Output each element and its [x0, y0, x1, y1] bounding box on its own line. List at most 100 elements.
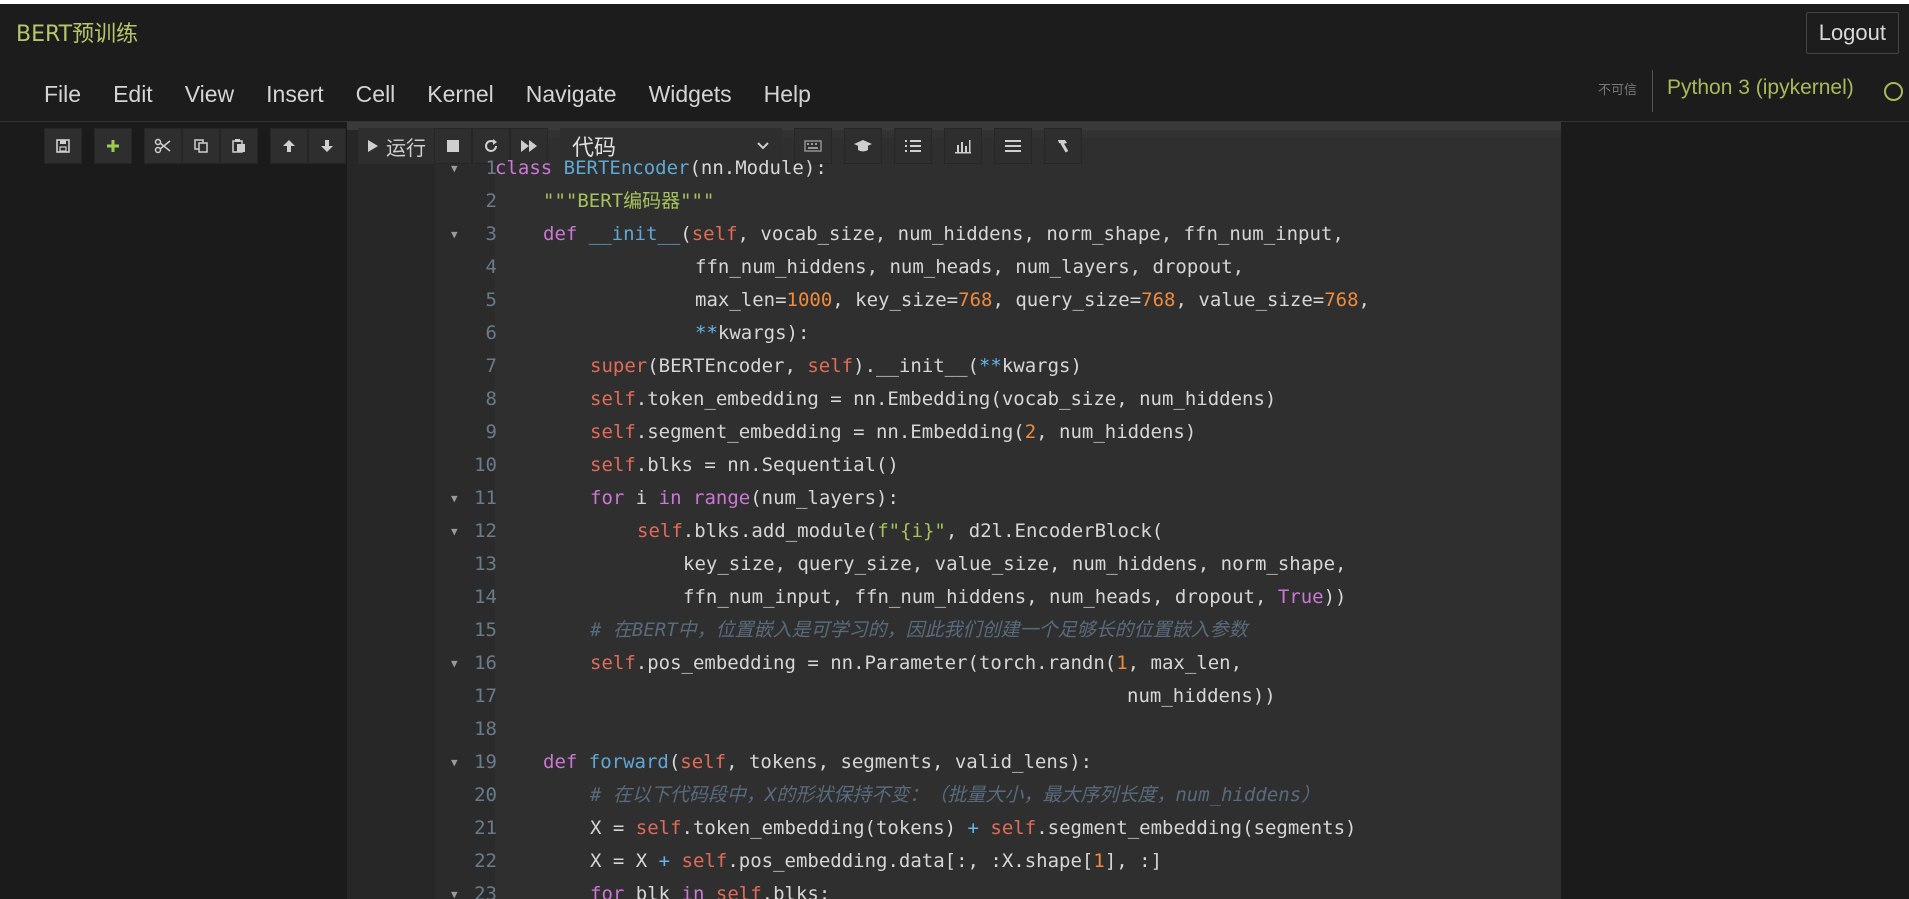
code-token: __init__ [588, 223, 681, 245]
fold-arrow-icon[interactable]: ▼ [451, 218, 463, 251]
line-number: 12 [474, 520, 497, 542]
code-token: (nn.Module): [689, 157, 827, 179]
code-token: .token_embedding(tokens) [681, 817, 968, 839]
code-line[interactable]: 17 num_hiddens)) [435, 680, 1561, 713]
move-down-button[interactable] [308, 128, 346, 164]
trust-indicator[interactable]: 不可信 [1598, 79, 1637, 98]
fold-arrow-icon[interactable]: ▼ [451, 746, 463, 779]
line-number: 23 [474, 883, 497, 899]
chevron-down-icon [757, 142, 769, 150]
paste-button[interactable] [220, 128, 258, 164]
menu-navigate[interactable]: Navigate [510, 74, 633, 114]
code-token: ], :] [1104, 850, 1163, 872]
line-number: 7 [485, 355, 497, 377]
fold-arrow-icon[interactable]: ▼ [451, 152, 463, 185]
code-line[interactable]: ▼ 16 self.pos_embedding = nn.Parameter(t… [435, 647, 1561, 680]
code-line[interactable]: 18 [435, 713, 1561, 746]
code-token: ** [978, 355, 1002, 377]
code-token: self [807, 355, 854, 377]
stop-icon [447, 140, 459, 152]
code-token: (num_layers): [750, 487, 899, 509]
code-line[interactable]: 15 # 在BERT中，位置嵌入是可学习的，因此我们创建一个足够长的位置嵌入参数 [435, 614, 1561, 647]
code-token: self [590, 388, 636, 410]
menu-view[interactable]: View [169, 74, 250, 114]
code-token: 2 [1024, 421, 1037, 443]
line-number: 10 [474, 454, 497, 476]
code-token: kwargs): [717, 322, 810, 344]
code-token: self [590, 652, 636, 674]
fold-arrow-icon[interactable]: ▼ [451, 482, 463, 515]
code-line[interactable]: ▼ 3 def __init__(self, vocab_size, num_h… [435, 218, 1561, 251]
add-cell-icon [107, 140, 119, 152]
cut-button[interactable] [144, 128, 182, 164]
code-token: , max_len, [1127, 652, 1243, 674]
run-button[interactable]: 运行 [358, 128, 434, 164]
code-token: self [691, 223, 738, 245]
code-line[interactable]: ▼ 12 self.blks.add_module(f"{i}", d2l.En… [435, 515, 1561, 548]
logout-button[interactable]: Logout [1805, 12, 1899, 54]
run-icon [368, 140, 378, 152]
code-line[interactable]: 9 self.segment_embedding = nn.Embedding(… [435, 416, 1561, 449]
menu-file[interactable]: File [28, 74, 97, 114]
code-line[interactable]: 22 X = X + self.pos_embedding.data[:, :X… [435, 845, 1561, 878]
move-up-icon [283, 140, 295, 152]
code-line[interactable]: 5 max_len=1000, key_size=768, query_size… [435, 284, 1561, 317]
code-token: self [680, 751, 727, 773]
save-button[interactable] [44, 128, 82, 164]
code-line[interactable]: 7 super(BERTEncoder, self).__init__(**kw… [435, 350, 1561, 383]
notebook-title[interactable]: BERT预训练 [16, 16, 138, 48]
menu-insert[interactable]: Insert [250, 74, 340, 114]
code-line[interactable]: 13 key_size, query_size, value_size, num… [435, 548, 1561, 581]
copy-icon [194, 139, 208, 153]
fast-forward-icon [521, 140, 537, 152]
code-token: """BERT编码器""" [543, 190, 715, 212]
code-token: ffn_num_hiddens, num_heads, num_layers, … [695, 256, 1245, 278]
code-token: X = X [590, 850, 659, 872]
code-line[interactable]: ▼ 19 def forward(self, tokens, segments,… [435, 746, 1561, 779]
insert-cell-button[interactable] [94, 128, 132, 164]
code-line[interactable]: 14 ffn_num_input, ffn_num_hiddens, num_h… [435, 581, 1561, 614]
line-number: 14 [474, 586, 497, 608]
code-line[interactable]: 20 # 在以下代码段中，X的形状保持不变：（批量大小，最大序列长度，num_h… [435, 779, 1561, 812]
code-token: .pos_embedding = nn.Parameter(torch.rand… [635, 652, 1117, 674]
save-icon [56, 139, 70, 153]
code-line[interactable]: 4 ffn_num_hiddens, num_heads, num_layers… [435, 251, 1561, 284]
menu-cell[interactable]: Cell [340, 74, 412, 114]
code-token: 768 [1141, 289, 1176, 311]
code-line[interactable]: 10 self.blks = nn.Sequential() [435, 449, 1561, 482]
code-line[interactable]: ▼ 1 class BERTEncoder(nn.Module): [435, 152, 1561, 185]
code-line[interactable]: 2 """BERT编码器""" [435, 185, 1561, 218]
code-line[interactable]: 8 self.token_embedding = nn.Embedding(vo… [435, 383, 1561, 416]
menu-help[interactable]: Help [748, 74, 827, 114]
code-line[interactable]: 21 X = self.token_embedding(tokens) + se… [435, 812, 1561, 845]
code-token: self [681, 850, 728, 872]
code-token: .segment_embedding(segments) [1036, 817, 1357, 839]
keyboard-icon [804, 140, 822, 152]
code-token: self [715, 883, 762, 899]
fold-arrow-icon[interactable]: ▼ [451, 515, 463, 548]
code-token: , tokens, segments, valid_lens): [726, 751, 1093, 773]
line-number: 13 [474, 553, 497, 575]
code-line[interactable]: ▼ 23 for blk in self.blks: [435, 878, 1561, 899]
code-line[interactable]: 6 **kwargs): [435, 317, 1561, 350]
fold-arrow-icon[interactable]: ▼ [451, 647, 463, 680]
code-token: def [543, 223, 589, 245]
menu-widgets[interactable]: Widgets [633, 74, 748, 114]
copy-button[interactable] [182, 128, 220, 164]
kernel-name[interactable]: Python 3 (ipykernel) [1667, 76, 1854, 100]
code-token: self [990, 817, 1037, 839]
move-up-button[interactable] [270, 128, 308, 164]
code-token: forward [588, 751, 669, 773]
code-token: .segment_embedding = nn.Embedding( [635, 421, 1025, 443]
fold-arrow-icon[interactable]: ▼ [451, 878, 463, 899]
code-token: num_hiddens)) [1127, 685, 1276, 707]
menu-kernel[interactable]: Kernel [411, 74, 509, 114]
code-token: 1000 [786, 289, 833, 311]
code-token: .blks.add_module( [682, 520, 878, 542]
code-line[interactable]: ▼ 11 for i in range(num_layers): [435, 482, 1561, 515]
code-token: in [658, 487, 682, 509]
menu-edit[interactable]: Edit [97, 74, 169, 114]
code-token: ** [695, 322, 718, 344]
